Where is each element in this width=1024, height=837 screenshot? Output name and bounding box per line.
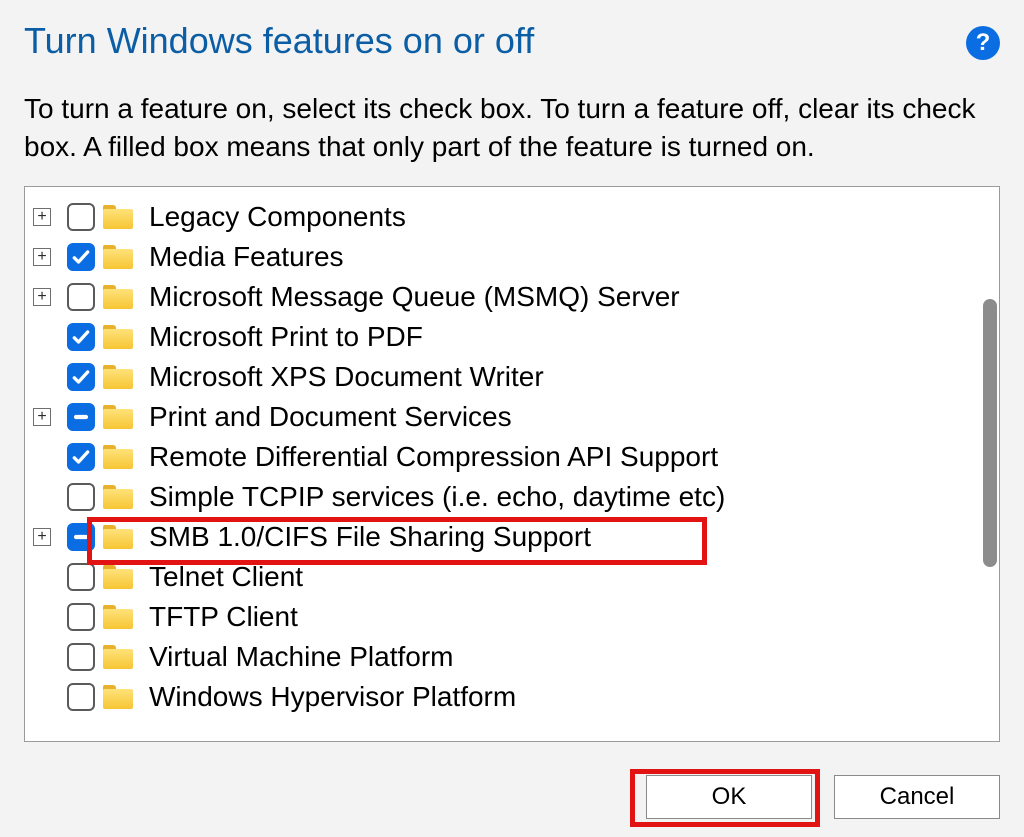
feature-label: Virtual Machine Platform bbox=[139, 641, 454, 673]
feature-checkbox[interactable] bbox=[67, 483, 95, 511]
feature-label: Microsoft Message Queue (MSMQ) Server bbox=[139, 281, 680, 313]
folder-icon bbox=[103, 285, 133, 309]
folder-icon bbox=[103, 685, 133, 709]
feature-checkbox[interactable] bbox=[67, 363, 95, 391]
folder-icon bbox=[103, 365, 133, 389]
feature-label: Telnet Client bbox=[139, 561, 303, 593]
dialog-header: Turn Windows features on or off ? bbox=[24, 20, 1000, 62]
folder-icon bbox=[103, 405, 133, 429]
feature-row[interactable]: +Virtual Machine Platform bbox=[33, 637, 993, 677]
dialog-title: Turn Windows features on or off bbox=[24, 20, 534, 62]
cancel-button[interactable]: Cancel bbox=[834, 775, 1000, 819]
expand-icon[interactable]: + bbox=[33, 528, 51, 546]
feature-checkbox[interactable] bbox=[67, 643, 95, 671]
folder-icon bbox=[103, 445, 133, 469]
feature-row[interactable]: + Microsoft Message Queue (MSMQ) Server bbox=[33, 277, 993, 317]
feature-row[interactable]: +Telnet Client bbox=[33, 557, 993, 597]
feature-checkbox[interactable] bbox=[67, 243, 95, 271]
feature-label: Print and Document Services bbox=[139, 401, 512, 433]
feature-row[interactable]: + Print and Document Services bbox=[33, 397, 993, 437]
feature-row[interactable]: + Media Features bbox=[33, 237, 993, 277]
feature-label: Legacy Components bbox=[139, 201, 406, 233]
feature-row[interactable]: +Simple TCPIP services (i.e. echo, dayti… bbox=[33, 477, 993, 517]
expand-icon[interactable]: + bbox=[33, 208, 51, 226]
feature-row[interactable]: +Windows Hypervisor Platform bbox=[33, 677, 993, 717]
windows-features-dialog: Turn Windows features on or off ? To tur… bbox=[0, 0, 1024, 837]
folder-icon bbox=[103, 485, 133, 509]
feature-checkbox[interactable] bbox=[67, 563, 95, 591]
folder-icon bbox=[103, 645, 133, 669]
feature-label: TFTP Client bbox=[139, 601, 298, 633]
scrollbar-thumb[interactable] bbox=[983, 299, 997, 567]
feature-row[interactable]: +Microsoft Print to PDF bbox=[33, 317, 993, 357]
feature-label: Microsoft XPS Document Writer bbox=[139, 361, 544, 393]
dialog-buttons: OK Cancel bbox=[646, 775, 1000, 819]
feature-tree: +Legacy Components+Media Features+Micros… bbox=[24, 186, 1000, 742]
help-icon[interactable]: ? bbox=[966, 26, 1000, 60]
feature-checkbox[interactable] bbox=[67, 523, 95, 551]
feature-checkbox[interactable] bbox=[67, 203, 95, 231]
feature-checkbox[interactable] bbox=[67, 683, 95, 711]
feature-checkbox[interactable] bbox=[67, 403, 95, 431]
feature-label: SMB 1.0/CIFS File Sharing Support bbox=[139, 521, 591, 553]
expand-icon[interactable]: + bbox=[33, 408, 51, 426]
feature-row[interactable]: + Legacy Components bbox=[33, 197, 993, 237]
feature-label: Simple TCPIP services (i.e. echo, daytim… bbox=[139, 481, 725, 513]
feature-row[interactable]: +Remote Differential Compression API Sup… bbox=[33, 437, 993, 477]
feature-label: Windows Hypervisor Platform bbox=[139, 681, 516, 713]
feature-checkbox[interactable] bbox=[67, 603, 95, 631]
feature-label: Microsoft Print to PDF bbox=[139, 321, 423, 353]
feature-label: Remote Differential Compression API Supp… bbox=[139, 441, 718, 473]
folder-icon bbox=[103, 605, 133, 629]
expand-icon[interactable]: + bbox=[33, 288, 51, 306]
folder-icon bbox=[103, 525, 133, 549]
folder-icon bbox=[103, 565, 133, 589]
feature-row[interactable]: +TFTP Client bbox=[33, 597, 993, 637]
folder-icon bbox=[103, 325, 133, 349]
dialog-description: To turn a feature on, select its check b… bbox=[24, 90, 1000, 166]
feature-label: Media Features bbox=[139, 241, 344, 273]
feature-row[interactable]: +Microsoft XPS Document Writer bbox=[33, 357, 993, 397]
expand-icon[interactable]: + bbox=[33, 248, 51, 266]
folder-icon bbox=[103, 205, 133, 229]
feature-checkbox[interactable] bbox=[67, 283, 95, 311]
feature-row[interactable]: + SMB 1.0/CIFS File Sharing Support bbox=[33, 517, 993, 557]
feature-checkbox[interactable] bbox=[67, 443, 95, 471]
ok-button[interactable]: OK bbox=[646, 775, 812, 819]
folder-icon bbox=[103, 245, 133, 269]
feature-checkbox[interactable] bbox=[67, 323, 95, 351]
